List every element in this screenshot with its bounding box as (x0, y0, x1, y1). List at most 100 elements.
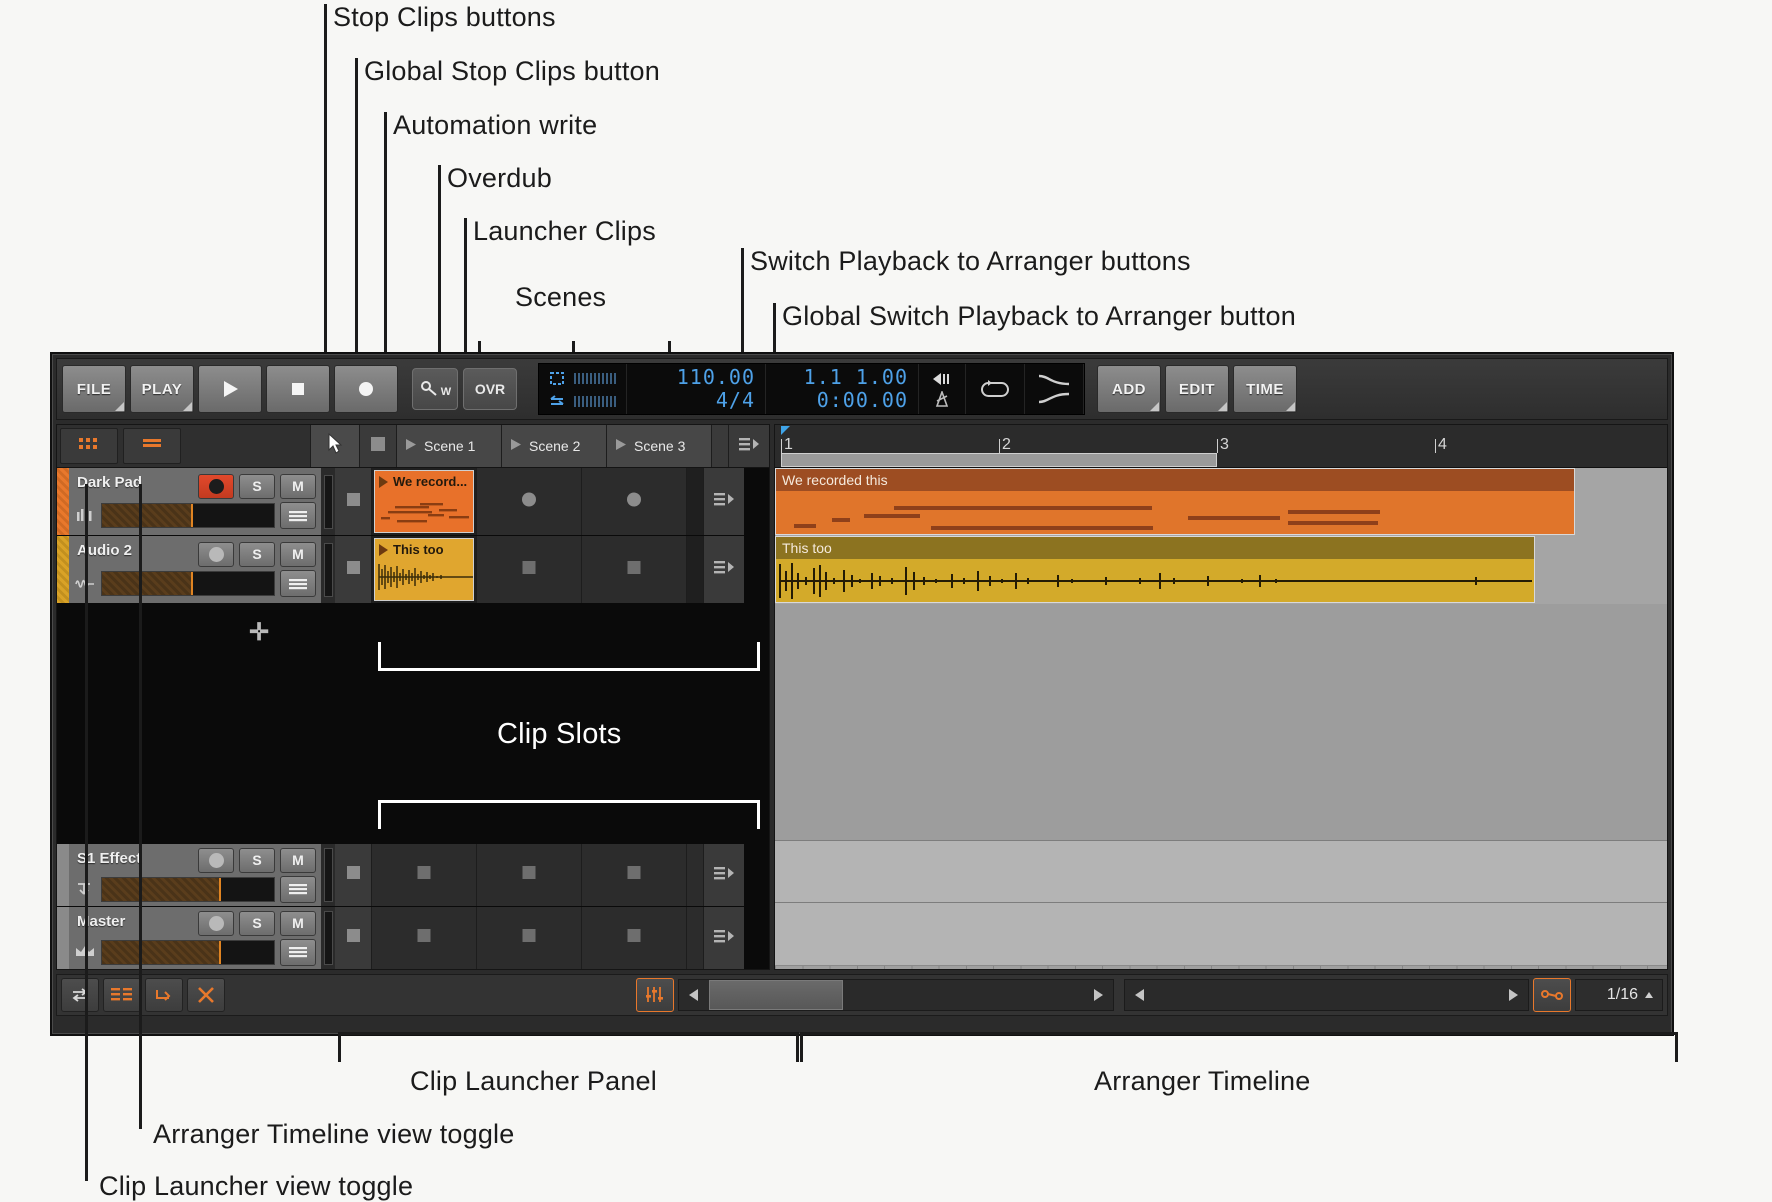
track-menu-button[interactable] (280, 938, 316, 966)
scroll-left-arrow-icon[interactable] (679, 980, 709, 1010)
arranger-track-area[interactable]: We recorded this This too (775, 468, 1667, 969)
solo-button[interactable]: S (239, 847, 275, 873)
switch-playback-to-arranger-button[interactable] (704, 844, 744, 906)
mixer-icon-button[interactable] (636, 978, 674, 1012)
track-scroll-indicator[interactable] (321, 536, 335, 603)
scene-header-2[interactable]: Scene 2 (502, 425, 607, 467)
scene-header-3[interactable]: Scene 3 (607, 425, 712, 467)
clip-slot[interactable] (582, 907, 687, 969)
add-button[interactable]: ADD (1097, 365, 1161, 413)
volume-fader[interactable] (101, 571, 275, 596)
global-stop-clips-button[interactable] (360, 425, 397, 467)
toggle-io-icon-button[interactable] (61, 978, 99, 1012)
clip-slot[interactable]: We record... (372, 468, 477, 535)
stop-clips-button-track-2[interactable] (335, 536, 372, 603)
scroll-right-arrow-icon[interactable] (1083, 980, 1113, 1010)
arm-record-button[interactable] (198, 910, 234, 936)
clip-slot[interactable] (477, 907, 582, 969)
volume-fader[interactable] (101, 876, 275, 902)
mute-button[interactable]: M (280, 541, 316, 567)
file-button[interactable]: FILE (62, 365, 126, 413)
clip-slot[interactable] (582, 468, 687, 535)
timeline-ruler[interactable]: 1 2 3 4 (775, 425, 1667, 468)
track-scroll-indicator[interactable] (321, 844, 335, 906)
scroll-left-arrow-icon[interactable] (1125, 980, 1155, 1010)
fade-cell[interactable] (1025, 364, 1084, 414)
record-button[interactable] (334, 365, 398, 413)
clip-slot[interactable] (477, 468, 582, 535)
track-header[interactable]: Dark Pad S M (57, 468, 335, 535)
clip-slot[interactable] (372, 907, 477, 969)
switch-playback-to-arranger-button[interactable] (704, 536, 744, 603)
clip-slot[interactable] (372, 844, 477, 906)
solo-button[interactable]: S (239, 473, 275, 499)
stop-button[interactable] (266, 365, 330, 413)
automation-icon-button[interactable] (145, 978, 183, 1012)
volume-fader[interactable] (101, 939, 275, 965)
time-button[interactable]: TIME (1233, 365, 1297, 413)
loop-region-bar[interactable] (781, 453, 1217, 467)
play-mode-button[interactable]: PLAY (130, 365, 194, 413)
arranger-horizontal-scrollbar[interactable] (1124, 979, 1529, 1011)
arm-record-button[interactable] (198, 473, 234, 499)
track-header[interactable]: Audio 2 S M (57, 536, 335, 603)
track-menu-button[interactable] (280, 502, 316, 529)
position-cell[interactable]: 1.1 1.00 0:00.00 (766, 364, 919, 414)
arranger-timeline-view-toggle[interactable] (123, 428, 181, 464)
track-scroll-indicator[interactable] (321, 907, 335, 969)
metronome-cell[interactable] (919, 364, 966, 414)
position-value: 1.1 1.00 (803, 365, 908, 389)
clip-slot[interactable] (477, 536, 582, 603)
clip-launcher-view-toggle[interactable] (60, 428, 118, 464)
edit-button[interactable]: EDIT (1165, 365, 1229, 413)
switch-playback-to-arranger-button[interactable] (704, 907, 744, 969)
file-label: FILE (76, 380, 112, 398)
arm-record-button[interactable] (198, 847, 234, 873)
stop-clips-button-master[interactable] (335, 907, 372, 969)
track-header[interactable]: S1 Effect S M (57, 844, 335, 906)
mute-button[interactable]: M (280, 473, 316, 499)
scene-header-1[interactable]: Scene 1 (397, 425, 502, 467)
launcher-clip[interactable]: We record... (374, 470, 474, 533)
clip-header: We record... (375, 471, 473, 492)
grid-quantize-selector[interactable]: 1/16 (1575, 979, 1663, 1011)
solo-button[interactable]: S (239, 541, 275, 567)
cursor-tool-button[interactable] (310, 425, 360, 467)
clip-slot[interactable] (582, 536, 687, 603)
loop-indicator-cell[interactable] (539, 364, 627, 414)
solo-button[interactable]: S (239, 910, 275, 936)
list-view-icon-button[interactable] (103, 978, 141, 1012)
scroll-nub (323, 911, 333, 965)
arranger-clip-midi[interactable]: We recorded this (775, 468, 1575, 535)
clip-slot[interactable] (477, 844, 582, 906)
empty-slot-dot-icon (627, 492, 642, 512)
overdub-button[interactable]: OVR (463, 368, 517, 410)
track-scroll-indicator[interactable] (321, 468, 335, 535)
scroll-right-arrow-icon[interactable] (1498, 980, 1528, 1010)
stop-clips-button-track-1[interactable] (335, 468, 372, 535)
arm-record-button[interactable] (198, 541, 234, 567)
clip-slot[interactable]: This too (372, 536, 477, 603)
switch-playback-icon (737, 435, 761, 458)
launcher-horizontal-scrollbar[interactable] (678, 979, 1114, 1011)
volume-fader[interactable] (101, 503, 275, 528)
link-icon-button[interactable] (1533, 978, 1571, 1012)
launcher-clip[interactable]: This too (374, 538, 474, 601)
mute-button[interactable]: M (280, 910, 316, 936)
automation-write-button[interactable]: W (412, 368, 458, 410)
switch-playback-to-arranger-button[interactable] (704, 468, 744, 535)
loop-toggle-cell[interactable] (966, 364, 1025, 414)
track-menu-button[interactable] (280, 570, 316, 597)
global-switch-playback-to-arranger-button[interactable] (729, 425, 769, 467)
stop-clips-button-s1[interactable] (335, 844, 372, 906)
delete-icon-button[interactable] (187, 978, 225, 1012)
arranger-clip-audio[interactable]: This too (775, 536, 1535, 603)
play-button[interactable] (198, 365, 262, 413)
mute-button[interactable]: M (280, 847, 316, 873)
add-track-icon[interactable]: ✛ (249, 618, 269, 647)
track-header[interactable]: Master S M (57, 907, 335, 969)
tempo-cell[interactable]: 110.00 4/4 (627, 364, 766, 414)
track-menu-button[interactable] (280, 875, 316, 903)
scrollbar-thumb[interactable] (709, 980, 843, 1010)
clip-slot[interactable] (582, 844, 687, 906)
